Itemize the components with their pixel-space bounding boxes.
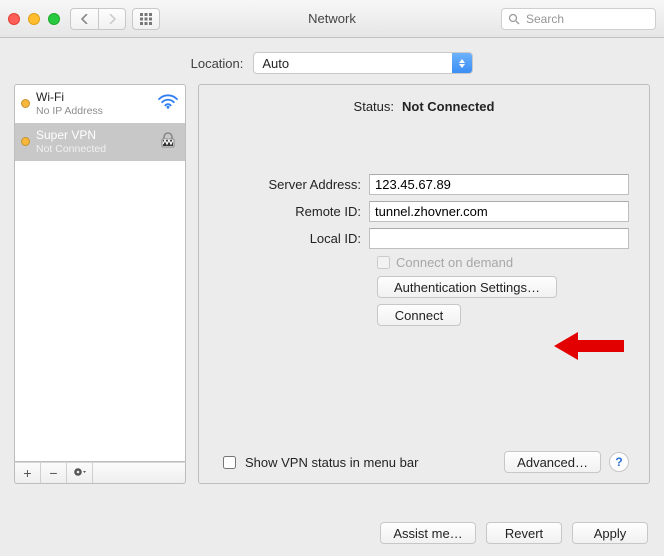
location-value: Auto bbox=[262, 56, 289, 71]
window-controls bbox=[8, 13, 60, 25]
remove-service-button[interactable]: − bbox=[41, 463, 67, 483]
bottom-buttons: Assist me… Revert Apply bbox=[380, 522, 648, 544]
service-list: Wi-Fi No IP Address Super VPN Not Connec… bbox=[14, 84, 186, 462]
show-all-button[interactable] bbox=[132, 8, 160, 30]
show-vpn-status-label: Show VPN status in menu bar bbox=[245, 455, 418, 470]
status-value: Not Connected bbox=[402, 99, 494, 114]
service-options-button[interactable] bbox=[67, 463, 93, 483]
remote-id-label: Remote ID: bbox=[219, 204, 369, 219]
add-service-button[interactable]: + bbox=[15, 463, 41, 483]
forward-button[interactable] bbox=[98, 8, 126, 30]
back-button[interactable] bbox=[70, 8, 98, 30]
service-name: Wi-Fi bbox=[36, 91, 103, 105]
remote-id-field[interactable] bbox=[369, 201, 629, 222]
lock-icon bbox=[157, 129, 179, 151]
server-address-field[interactable] bbox=[369, 174, 629, 195]
service-sub: Not Connected bbox=[36, 143, 106, 155]
chevron-up-down-icon bbox=[452, 53, 472, 73]
location-label: Location: bbox=[191, 56, 244, 71]
connect-on-demand-checkbox bbox=[377, 256, 390, 269]
status-dot-icon bbox=[21, 137, 30, 146]
search-placeholder: Search bbox=[526, 12, 564, 26]
status-row: Status: Not Connected bbox=[219, 99, 629, 114]
location-row: Location: Auto bbox=[0, 38, 664, 84]
advanced-button[interactable]: Advanced… bbox=[504, 451, 601, 473]
local-id-label: Local ID: bbox=[219, 231, 369, 246]
service-sub: No IP Address bbox=[36, 105, 103, 117]
wifi-icon bbox=[157, 91, 179, 112]
close-window-icon[interactable] bbox=[8, 13, 20, 25]
sidebar-footer: + − bbox=[14, 462, 186, 484]
location-select[interactable]: Auto bbox=[253, 52, 473, 74]
main-area: Wi-Fi No IP Address Super VPN Not Connec… bbox=[0, 84, 664, 484]
zoom-window-icon[interactable] bbox=[48, 13, 60, 25]
detail-pane: Status: Not Connected Server Address: Re… bbox=[198, 84, 650, 484]
local-id-field[interactable] bbox=[369, 228, 629, 249]
apply-button[interactable]: Apply bbox=[572, 522, 648, 544]
search-input[interactable]: Search bbox=[501, 8, 656, 30]
show-vpn-status-checkbox[interactable] bbox=[223, 456, 236, 469]
connect-button[interactable]: Connect bbox=[377, 304, 461, 326]
assist-me-button[interactable]: Assist me… bbox=[380, 522, 476, 544]
sidebar-item-vpn[interactable]: Super VPN Not Connected bbox=[15, 123, 185, 161]
sidebar: Wi-Fi No IP Address Super VPN Not Connec… bbox=[14, 84, 186, 484]
minimize-window-icon[interactable] bbox=[28, 13, 40, 25]
nav-back-forward bbox=[70, 8, 126, 30]
revert-button[interactable]: Revert bbox=[486, 522, 562, 544]
titlebar: Network Search bbox=[0, 0, 664, 38]
server-address-label: Server Address: bbox=[219, 177, 369, 192]
connect-on-demand-label: Connect on demand bbox=[396, 255, 513, 270]
search-icon bbox=[508, 13, 520, 25]
sidebar-item-wifi[interactable]: Wi-Fi No IP Address bbox=[15, 85, 185, 123]
status-dot-icon bbox=[21, 99, 30, 108]
status-label: Status: bbox=[354, 99, 394, 114]
authentication-settings-button[interactable]: Authentication Settings… bbox=[377, 276, 557, 298]
help-button[interactable]: ? bbox=[609, 452, 629, 472]
service-name: Super VPN bbox=[36, 129, 106, 143]
